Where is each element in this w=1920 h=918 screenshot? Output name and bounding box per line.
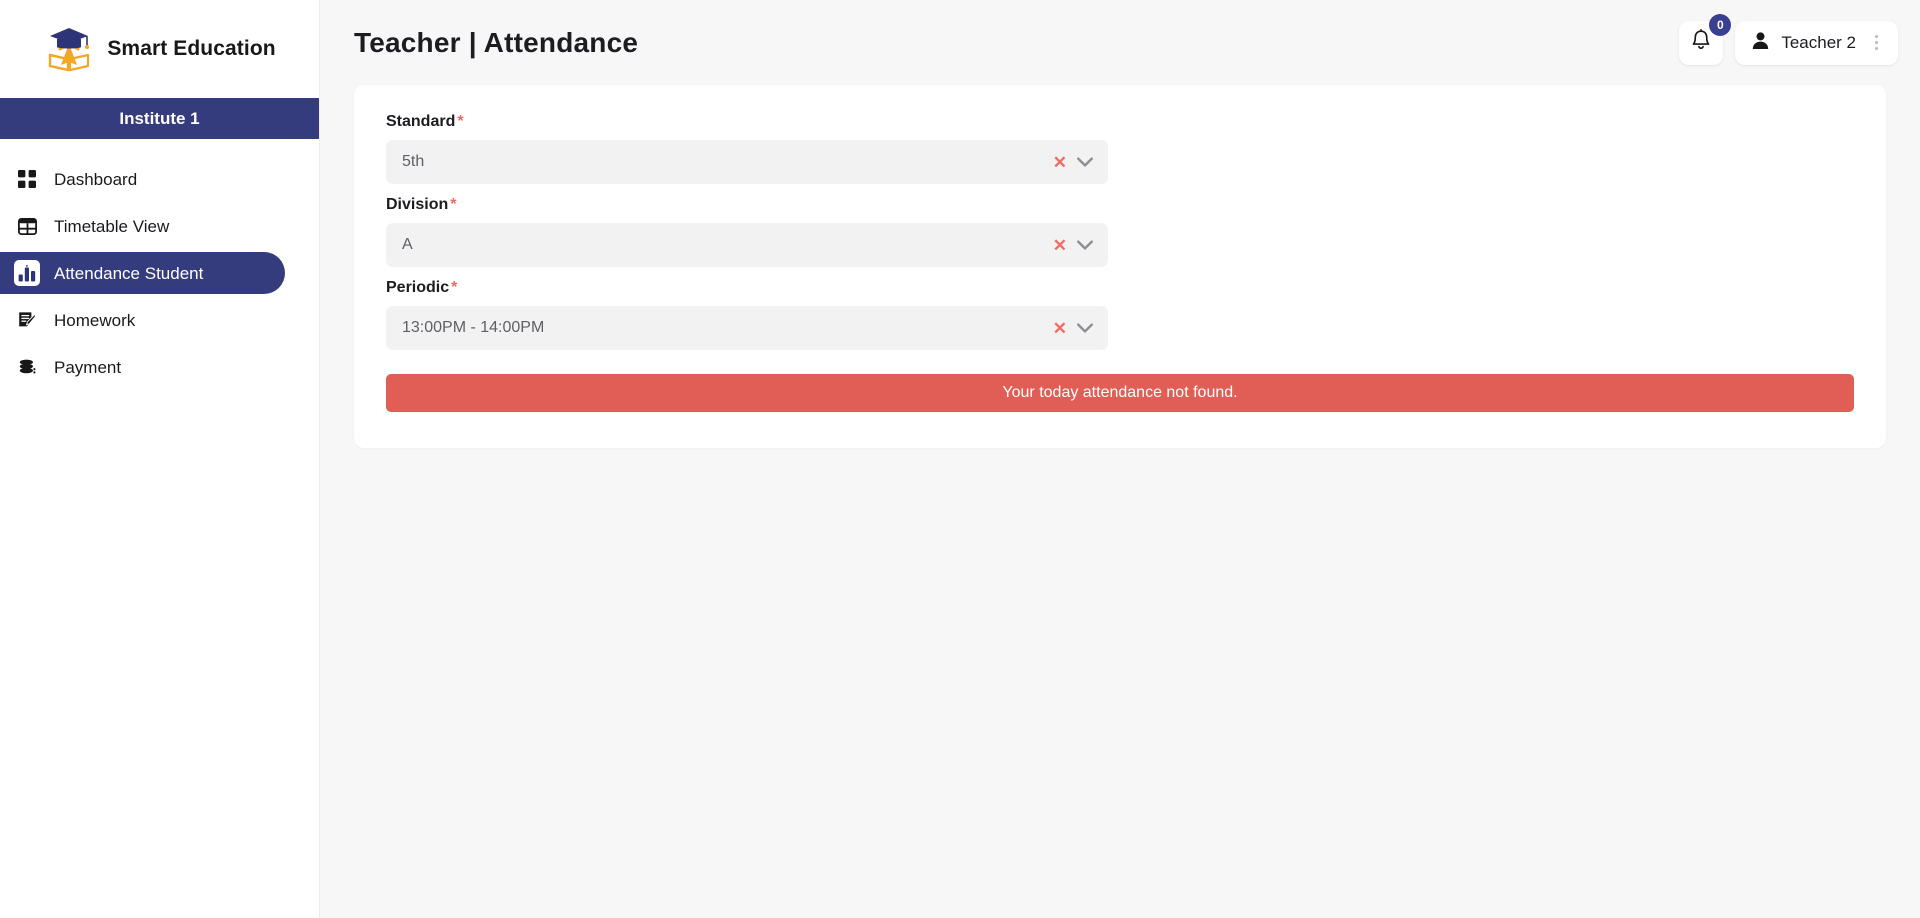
sidebar-item-homework[interactable]: Homework	[0, 299, 285, 341]
periodic-select[interactable]: 13:00PM - 14:00PM ✕	[386, 306, 1108, 350]
standard-select[interactable]: 5th ✕	[386, 140, 1108, 184]
field-periodic: Periodic * 13:00PM - 14:00PM ✕	[386, 279, 1108, 350]
sidebar-item-label: Attendance Student	[54, 263, 204, 283]
graduation-cap-book-logo-icon	[43, 23, 95, 75]
main-area: Teacher | Attendance 0 Teacher 2 Standar…	[320, 0, 1920, 918]
kebab-menu-icon[interactable]	[1867, 29, 1886, 56]
required-asterisk: *	[451, 279, 458, 296]
standard-label-text: Standard	[386, 113, 456, 130]
table-icon	[14, 213, 40, 239]
close-x-icon[interactable]: ✕	[1044, 237, 1076, 254]
sidebar-item-payment[interactable]: Payment	[0, 346, 285, 388]
sidebar-item-dashboard[interactable]: Dashboard	[0, 158, 285, 200]
app-root: Smart Education Institute 1 Dashboard Ti…	[0, 0, 1920, 918]
note-edit-icon	[14, 307, 40, 333]
grid-icon	[14, 166, 40, 192]
chevron-down-icon[interactable]	[1076, 239, 1094, 251]
bell-icon	[1690, 28, 1712, 57]
content-area: Standard * 5th ✕ Division * A ✕ Periodic…	[320, 85, 1920, 448]
attendance-not-found-alert: Your today attendance not found.	[386, 374, 1854, 412]
standard-label: Standard *	[386, 113, 1108, 131]
standard-value: 5th	[402, 153, 425, 170]
topbar: Teacher | Attendance 0 Teacher 2	[320, 0, 1920, 85]
notifications-button[interactable]: 0	[1679, 13, 1732, 65]
chevron-down-icon[interactable]	[1076, 322, 1094, 334]
alert-message: Your today attendance not found.	[1002, 384, 1238, 401]
periodic-label-text: Periodic	[386, 279, 450, 296]
sidebar-nav: Dashboard Timetable View Attendance Stud…	[0, 139, 319, 393]
sidebar-item-label: Timetable View	[54, 216, 170, 236]
brand-title: Smart Education	[107, 37, 276, 60]
user-name: Teacher 2	[1781, 32, 1856, 52]
chevron-down-icon[interactable]	[1076, 156, 1094, 168]
division-select[interactable]: A ✕	[386, 223, 1108, 267]
coins-icon	[14, 354, 40, 380]
close-x-icon[interactable]: ✕	[1044, 320, 1076, 337]
periodic-value: 13:00PM - 14:00PM	[402, 319, 545, 336]
sidebar-item-attendance-student[interactable]: Attendance Student	[0, 252, 285, 294]
bar-chart-icon	[14, 260, 40, 286]
person-icon	[1751, 31, 1770, 55]
attendance-filter-card: Standard * 5th ✕ Division * A ✕ Periodic…	[354, 85, 1886, 448]
sidebar-item-label: Dashboard	[54, 169, 138, 189]
user-menu[interactable]: Teacher 2	[1735, 20, 1898, 65]
institute-bar: Institute 1	[0, 98, 319, 139]
topbar-actions: 0 Teacher 2	[1679, 13, 1898, 65]
required-asterisk: *	[450, 196, 457, 213]
filter-form: Standard * 5th ✕ Division * A ✕ Periodic…	[386, 113, 1854, 362]
institute-name: Institute 1	[119, 108, 200, 128]
sidebar: Smart Education Institute 1 Dashboard Ti…	[0, 0, 320, 918]
notification-count-badge: 0	[1709, 13, 1732, 36]
division-label: Division *	[386, 196, 1108, 214]
required-asterisk: *	[457, 113, 464, 130]
brand-header[interactable]: Smart Education	[0, 0, 319, 98]
sidebar-item-label: Homework	[54, 310, 136, 330]
periodic-label: Periodic *	[386, 279, 1108, 297]
division-value: A	[402, 236, 413, 253]
sidebar-item-timetable-view[interactable]: Timetable View	[0, 205, 285, 247]
field-division: Division * A ✕	[386, 196, 1108, 267]
sidebar-item-label: Payment	[54, 357, 122, 377]
division-label-text: Division	[386, 196, 449, 213]
close-x-icon[interactable]: ✕	[1044, 154, 1076, 171]
field-standard: Standard * 5th ✕	[386, 113, 1108, 184]
page-title: Teacher | Attendance	[354, 26, 639, 58]
